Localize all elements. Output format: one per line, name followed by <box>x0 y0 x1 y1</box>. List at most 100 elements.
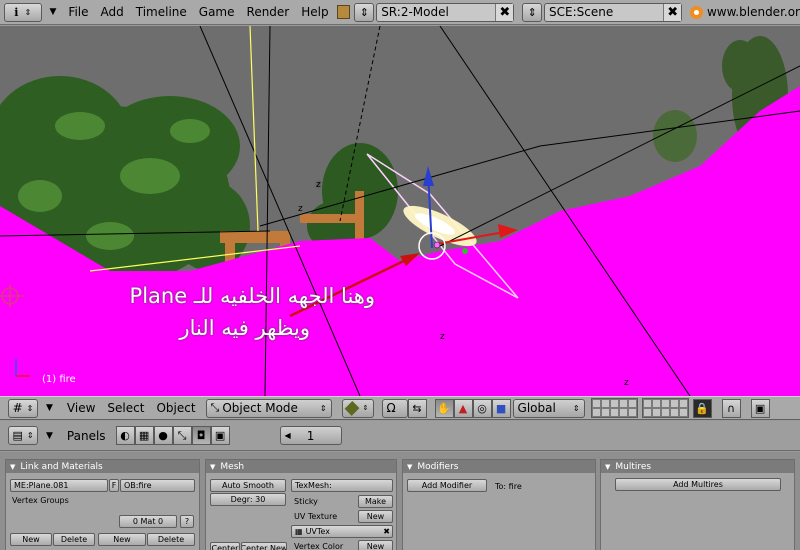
scene-browse-button[interactable]: ⇕ <box>522 2 543 22</box>
menu-select[interactable]: Select <box>101 401 150 415</box>
orientation-text: Global <box>517 401 556 415</box>
snap-magnet-icon[interactable]: ∩ <box>721 398 741 418</box>
uvtex-text: UVTex <box>305 527 330 536</box>
panel-title[interactable]: ▼ Modifiers <box>403 460 595 473</box>
panel-title[interactable]: ▼ Multires <box>601 460 794 473</box>
panel-link-materials: ▼ Link and Materials ME:Plane.081 F OB:fi… <box>5 459 200 550</box>
menu-game[interactable]: Game <box>193 5 241 19</box>
axis-label-z: z <box>440 332 445 342</box>
layer-buttons-left[interactable] <box>590 398 638 418</box>
3d-viewport[interactable]: z z z z وهنا الجهه الخلفيه للـ Plane ويظ… <box>0 26 800 396</box>
render-image-icon[interactable]: ▣ <box>750 398 770 418</box>
pivot-dropdown[interactable]: Ω <box>381 398 408 418</box>
frame-number-field[interactable]: ◀ 1 <box>279 426 342 445</box>
add-multires-button[interactable]: Add Multires <box>615 478 781 491</box>
3d-view-header: # ⇕ ▼ View Select Object ⤡ Object Mode ⇕ … <box>0 396 800 420</box>
close-icon[interactable]: ✖ <box>495 3 514 21</box>
annotation-line-1: وهنا الجهه الخلفيه للـ Plane <box>129 284 375 308</box>
modifier-target-label: To: fire <box>495 482 522 491</box>
new-vertex-group-button[interactable]: New <box>10 533 52 546</box>
buttons-window-header: ▤ ⇕ ▼ Panels ◐ ▦ ● ⤡ ◘ ▣ ◀ 1 <box>0 421 800 451</box>
make-sticky-button[interactable]: Make <box>358 495 393 508</box>
frame-number-text: 1 <box>306 428 315 443</box>
axis-label-z: z <box>298 204 303 214</box>
collapse-triangle-icon[interactable]: ▼ <box>46 403 53 413</box>
orientation-dropdown[interactable]: Global ⇕ <box>512 398 585 418</box>
center-new-button[interactable]: Center New <box>241 542 287 550</box>
object-name-field[interactable]: OB:fire <box>120 479 195 492</box>
new-material-button[interactable]: New <box>98 533 146 546</box>
center-button[interactable]: Center <box>210 542 240 550</box>
object-context-icon[interactable]: ⤡ <box>172 426 192 445</box>
screen-icon <box>336 5 351 19</box>
material-index-field[interactable]: 0 Mat 0 <box>119 515 177 528</box>
hand-icon[interactable]: ✋ <box>434 398 454 418</box>
frame-object-label: (1) fire <box>42 374 76 385</box>
mode-dropdown[interactable]: ⤡ Object Mode ⇕ <box>205 398 332 418</box>
mesh-name-field[interactable]: ME:Plane.081 <box>10 479 108 492</box>
menu-help[interactable]: Help <box>295 5 334 19</box>
url-link[interactable]: www.blender.or <box>707 5 800 19</box>
pivot-option-icon[interactable]: ⇆ <box>407 398 427 418</box>
logic-context-icon[interactable]: ◐ <box>115 426 135 445</box>
close-icon[interactable]: ✖ <box>663 3 682 21</box>
menu-object[interactable]: Object <box>150 401 201 415</box>
panel-title-text: Multires <box>615 461 652 472</box>
close-icon[interactable]: ✖ <box>383 527 390 536</box>
sticky-label: Sticky <box>294 497 318 506</box>
add-modifier-button[interactable]: Add Modifier <box>407 479 487 492</box>
collapse-triangle-icon[interactable]: ▼ <box>10 463 15 471</box>
scene-render <box>0 26 800 396</box>
delete-material-button[interactable]: Delete <box>147 533 195 546</box>
collapse-triangle-icon[interactable]: ▼ <box>407 463 412 471</box>
layer-buttons-right[interactable] <box>641 398 689 418</box>
scene-context-icon[interactable]: ▣ <box>210 426 230 445</box>
menu-file[interactable]: File <box>62 5 94 19</box>
screen-name-text: SR:2-Model <box>381 5 449 19</box>
collapse-triangle-icon[interactable]: ▼ <box>605 463 610 471</box>
screen-name-field[interactable]: SR:2-Model ✖ <box>376 2 515 22</box>
material-help-button[interactable]: ? <box>180 515 194 528</box>
translate-icon[interactable]: ▲ <box>453 398 473 418</box>
draw-type-dropdown[interactable]: ⇕ <box>341 398 374 418</box>
editor-type-button[interactable]: # ⇕ <box>8 398 38 418</box>
shading-context-icon[interactable]: ● <box>153 426 173 445</box>
panel-modifiers: ▼ Modifiers Add Modifier To: fire <box>402 459 596 550</box>
texmesh-field[interactable]: TexMesh: <box>291 479 393 492</box>
editor-type-button[interactable]: ▤ ⇕ <box>8 426 38 445</box>
info-window-type-button[interactable]: i ⇕ <box>4 2 42 22</box>
panel-title[interactable]: ▼ Link and Materials <box>6 460 199 473</box>
script-context-icon[interactable]: ▦ <box>134 426 154 445</box>
axis-label-z: z <box>316 180 321 190</box>
auto-smooth-toggle[interactable]: Auto Smooth <box>210 479 286 492</box>
collapse-triangle-icon[interactable]: ▼ <box>210 463 215 471</box>
panel-title[interactable]: ▼ Mesh <box>206 460 396 473</box>
scale-icon[interactable]: ■ <box>491 398 511 418</box>
new-uv-texture-button[interactable]: New <box>358 510 393 523</box>
menu-timeline[interactable]: Timeline <box>130 5 193 19</box>
delete-vertex-group-button[interactable]: Delete <box>53 533 95 546</box>
collapse-triangle-icon[interactable]: ▼ <box>46 431 53 441</box>
annotation-line-2: ويظهر فيه النار <box>179 316 310 340</box>
degree-field[interactable]: Degr: 30 <box>210 493 286 506</box>
editing-context-icon[interactable]: ◘ <box>191 426 211 445</box>
panel-title-text: Link and Materials <box>20 461 103 472</box>
panel-multires: ▼ Multires Add Multires <box>600 459 795 550</box>
menu-add[interactable]: Add <box>95 5 130 19</box>
collapse-triangle-icon[interactable]: ▼ <box>50 7 57 17</box>
menu-view[interactable]: View <box>61 401 101 415</box>
fake-user-button[interactable]: F <box>109 479 119 492</box>
grid-icon: # <box>12 401 23 415</box>
scene-name-field[interactable]: SCE:Scene ✖ <box>544 2 683 22</box>
menu-render[interactable]: Render <box>241 5 296 19</box>
new-vertex-color-button[interactable]: New <box>358 540 393 550</box>
lock-icon[interactable]: 🔒 <box>692 398 712 418</box>
screen-browse-button[interactable]: ⇕ <box>354 2 375 22</box>
panels-label: Panels <box>66 428 106 443</box>
uvtex-field[interactable]: ▦ UVTex ✖ <box>291 525 393 538</box>
uv-texture-label: UV Texture <box>294 512 338 521</box>
rotate-icon[interactable]: ◎ <box>472 398 492 418</box>
uv-icon: ▦ <box>295 527 303 536</box>
panel-mesh: ▼ Mesh Auto Smooth Degr: 30 TexMesh: Stic… <box>205 459 397 550</box>
panel-area: ▼ Link and Materials ME:Plane.081 F OB:fi… <box>0 452 800 550</box>
